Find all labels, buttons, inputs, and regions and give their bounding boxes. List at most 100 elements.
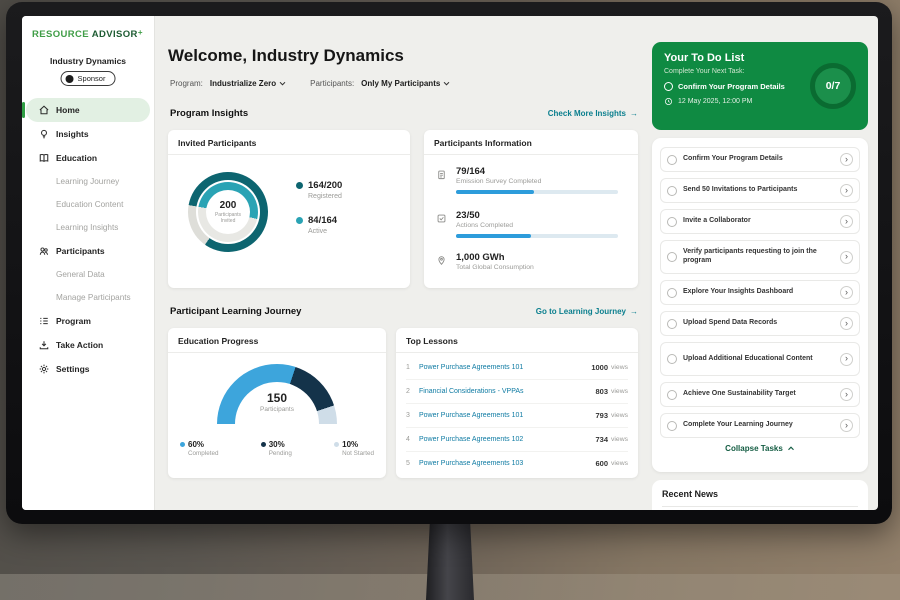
- checkbox-circle-icon[interactable]: [667, 354, 677, 364]
- checkbox-circle-icon[interactable]: [667, 155, 677, 165]
- sidebar-item-learning-journey[interactable]: Learning Journey: [26, 170, 150, 193]
- sidebar-item-label: Education: [56, 153, 97, 163]
- metric-actions-completed: 23/50 Actions Completed: [436, 210, 622, 238]
- sidebar-item-manage-participants[interactable]: Manage Participants: [26, 286, 150, 309]
- sidebar-item-insights[interactable]: Insights: [26, 122, 150, 146]
- lesson-link[interactable]: Power Purchase Agreements 101: [419, 412, 595, 419]
- checkbox-circle-icon[interactable]: [667, 217, 677, 227]
- chevron-right-icon[interactable]: ›: [840, 251, 853, 264]
- task-row[interactable]: Send 50 Invitations to Participants ›: [660, 178, 860, 203]
- task-row[interactable]: Invite a Collaborator ›: [660, 209, 860, 234]
- invited-participants-card: Invited Participants 200 Participants In…: [168, 130, 410, 288]
- sidebar-item-education[interactable]: Education: [26, 146, 150, 170]
- card-title: Invited Participants: [168, 130, 410, 155]
- lesson-link[interactable]: Power Purchase Agreements 103: [419, 460, 595, 467]
- sidebar-item-learning-insights[interactable]: Learning Insights: [26, 216, 150, 239]
- checkbox-circle-icon[interactable]: [667, 390, 677, 400]
- chevron-right-icon[interactable]: ›: [840, 215, 853, 228]
- task-row[interactable]: Upload Additional Educational Content ›: [660, 342, 860, 376]
- monitor-stand: [426, 522, 474, 600]
- todo-tasks-card: Confirm Your Program Details › Send 50 I…: [652, 138, 868, 472]
- recent-news-card: Recent News: [652, 480, 868, 510]
- collapse-tasks-link[interactable]: Collapse Tasks: [660, 444, 860, 453]
- lesson-link[interactable]: Financial Considerations - VPPAs: [419, 388, 595, 395]
- participants-information-card: Participants Information 79/164 Emission…: [424, 130, 638, 288]
- home-icon: [38, 104, 50, 116]
- sidebar-item-education-content[interactable]: Education Content: [26, 193, 150, 216]
- education-progress-card: Education Progress 150 Participants 60% …: [168, 328, 386, 478]
- lesson-row[interactable]: 5 Power Purchase Agreements 103 600 view…: [406, 452, 628, 475]
- task-row[interactable]: Verify participants requesting to join t…: [660, 240, 860, 274]
- donut-center-value: 200: [220, 200, 237, 211]
- chevron-right-icon[interactable]: ›: [840, 286, 853, 299]
- program-select[interactable]: Industrialize Zero: [210, 79, 286, 88]
- app-window: RESOURCE ADVISOR+ Industry Dynamics Spon…: [22, 16, 878, 510]
- pin-icon: [436, 253, 447, 264]
- checkbox-circle-icon[interactable]: [667, 319, 677, 329]
- sidebar-item-take-action[interactable]: Take Action: [26, 333, 150, 357]
- checklist-icon: [436, 211, 447, 222]
- checkbox-circle-icon[interactable]: [667, 252, 677, 262]
- sidebar-nav: Home Insights Education Learning Journey…: [22, 98, 154, 381]
- gauge-center-value: 150: [217, 391, 337, 405]
- clipboard-icon: [436, 167, 447, 178]
- lesson-link[interactable]: Power Purchase Agreements 101: [419, 364, 591, 371]
- go-to-learning-journey-link[interactable]: Go to Learning Journey →: [536, 307, 638, 316]
- lesson-row[interactable]: 1 Power Purchase Agreements 101 1000 vie…: [406, 356, 628, 380]
- check-more-insights-link[interactable]: Check More Insights →: [548, 109, 638, 118]
- program-insights-title: Program Insights: [170, 108, 248, 119]
- sidebar-item-label: Home: [56, 105, 80, 115]
- sidebar-item-label: Learning Insights: [56, 223, 118, 232]
- sponsor-icon: [66, 75, 74, 83]
- task-row[interactable]: Complete Your Learning Journey ›: [660, 413, 860, 438]
- sidebar-item-participants[interactable]: Participants: [26, 239, 150, 263]
- chevron-right-icon[interactable]: ›: [840, 419, 853, 432]
- task-row[interactable]: Confirm Your Program Details ›: [660, 147, 860, 172]
- lesson-link[interactable]: Power Purchase Agreements 102: [419, 436, 595, 443]
- chevron-right-icon[interactable]: ›: [840, 153, 853, 166]
- chevron-right-icon[interactable]: ›: [840, 184, 853, 197]
- lesson-row[interactable]: 2 Financial Considerations - VPPAs 803 v…: [406, 380, 628, 404]
- sidebar-item-label: Learning Journey: [56, 177, 119, 186]
- task-row[interactable]: Explore Your Insights Dashboard ›: [660, 280, 860, 305]
- participants-select[interactable]: Only My Participants: [361, 79, 450, 88]
- todo-progress-ring: 0/7: [810, 63, 856, 109]
- task-row[interactable]: Achieve One Sustainability Target ›: [660, 382, 860, 407]
- sidebar-item-settings[interactable]: Settings: [26, 357, 150, 381]
- task-row[interactable]: Upload Spend Data Records ›: [660, 311, 860, 336]
- education-legend: 60% Completed 30% Pending 10% Not Starte…: [180, 440, 374, 457]
- chevron-right-icon[interactable]: ›: [840, 353, 853, 366]
- active-indicator: [22, 102, 25, 118]
- legend-registered: 164/200 Registered: [296, 180, 342, 200]
- clock-icon: [664, 97, 673, 106]
- chevron-right-icon[interactable]: ›: [840, 317, 853, 330]
- sidebar: RESOURCE ADVISOR+ Industry Dynamics Spon…: [22, 16, 155, 510]
- todo-summary-card: Your To Do List Complete Your Next Task:…: [652, 42, 868, 130]
- chevron-right-icon[interactable]: ›: [840, 388, 853, 401]
- metric-emission-survey: 79/164 Emission Survey Completed: [436, 166, 622, 194]
- chevron-up-icon: [787, 446, 795, 451]
- sidebar-item-general-data[interactable]: General Data: [26, 263, 150, 286]
- legend-pending: 30% Pending: [261, 440, 292, 457]
- checkbox-circle-icon[interactable]: [667, 288, 677, 298]
- sponsor-label: Sponsor: [78, 74, 106, 83]
- sidebar-item-label: Insights: [56, 129, 89, 139]
- lesson-row[interactable]: 4 Power Purchase Agreements 102 734 view…: [406, 428, 628, 452]
- checkbox-circle-icon[interactable]: [667, 186, 677, 196]
- sidebar-item-program[interactable]: Program: [26, 309, 150, 333]
- sidebar-item-label: Program: [56, 316, 91, 326]
- lesson-row[interactable]: 3 Power Purchase Agreements 101 793 view…: [406, 404, 628, 428]
- sidebar-item-label: Take Action: [56, 340, 103, 350]
- donut-center-label: Participants Invited: [210, 212, 246, 225]
- card-title: Education Progress: [168, 328, 386, 353]
- card-title: Top Lessons: [396, 328, 638, 353]
- chevron-down-icon: [443, 81, 450, 86]
- checkbox-circle-icon[interactable]: [667, 421, 677, 431]
- card-title: Participants Information: [424, 130, 638, 155]
- sidebar-item-home[interactable]: Home: [26, 98, 150, 122]
- org-name: Industry Dynamics: [22, 56, 154, 66]
- book-icon: [38, 152, 50, 164]
- program-label: Program:: [170, 79, 203, 88]
- recent-news-title: Recent News: [662, 489, 858, 507]
- progress-bar: [456, 190, 618, 194]
